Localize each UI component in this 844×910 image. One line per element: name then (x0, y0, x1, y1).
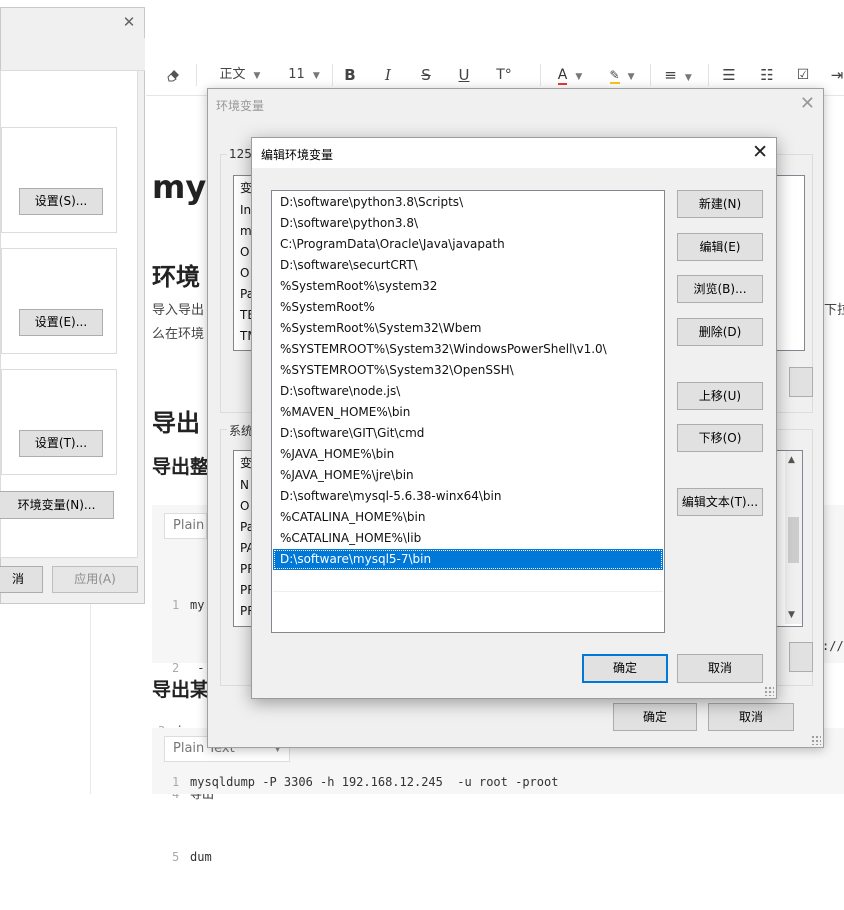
path-item[interactable]: %SystemRoot%\system32 (273, 276, 663, 297)
edit-environment-variable-dialog: 编辑环境变量 ✕ D:\software\python3.8\Scripts\ … (251, 137, 777, 699)
empty-row[interactable] (273, 570, 663, 592)
browse-button[interactable]: 浏览(B)... (677, 275, 763, 303)
delete-button[interactable]: 删除(D) (677, 318, 763, 346)
code-block-1-right: :// (822, 505, 844, 663)
path-item[interactable]: %CATALINA_HOME%\lib (273, 528, 663, 549)
user-profiles-settings-button[interactable]: 设置(E)... (19, 309, 103, 336)
doc-heading-5: 导出某 (152, 679, 210, 701)
align-left-icon: ≡ (664, 66, 677, 84)
path-item[interactable]: %SystemRoot%\System32\Wbem (273, 318, 663, 339)
code-line: dum (190, 850, 212, 864)
empty-row[interactable] (273, 592, 663, 613)
advanced-panel: 设置(S)... 设置(E)... 设置(T)... 环境变量(N)... (0, 70, 138, 558)
edit-button[interactable]: 编辑(E) (677, 233, 763, 261)
startup-settings-button[interactable]: 设置(T)... (19, 430, 103, 457)
doc-paragraph-1-end: 下拉 (824, 303, 844, 318)
startup-recovery-group: 设置(T)... (1, 369, 117, 475)
path-item[interactable]: D:\software\python3.8\Scripts\ (273, 192, 663, 213)
path-item[interactable]: %JAVA_HOME%\bin (273, 444, 663, 465)
move-down-button[interactable]: 下移(O) (677, 424, 763, 452)
code-line-text: mysqldump -P 3306 -h 192.168.12.245 -u r… (190, 775, 559, 789)
path-item[interactable]: %JAVA_HOME%\jre\bin (273, 465, 663, 486)
code-line-fragment: :// (822, 639, 844, 653)
chevron-down-icon: ▼ (253, 71, 261, 81)
apply-button[interactable]: 应用(A) (52, 566, 138, 593)
path-item[interactable]: D:\software\node.js\ (273, 381, 663, 402)
path-item[interactable]: D:\software\securtCRT\ (273, 255, 663, 276)
code-line: my (190, 598, 205, 612)
user-variables-label: 125 (227, 147, 254, 161)
path-item[interactable]: D:\software\python3.8\ (273, 213, 663, 234)
title-bar: 编辑环境变量 ✕ (252, 138, 776, 168)
path-item-selected[interactable]: D:\software\mysql5-7\bin (273, 549, 663, 570)
user-delete-button[interactable] (789, 367, 813, 397)
cancel-button[interactable]: 消 (0, 566, 43, 593)
doc-heading-3: 导出 (152, 409, 200, 437)
path-item[interactable]: %SYSTEMROOT%\System32\WindowsPowerShell\… (273, 339, 663, 360)
paragraph-style-value: 正文 (219, 67, 246, 82)
doc-heading-4: 导出整 (152, 456, 210, 478)
doc-paragraph-1: 导入导出 (152, 303, 205, 318)
close-icon[interactable]: ✕ (752, 141, 768, 163)
font-size-value: 11 (288, 67, 305, 82)
doc-paragraph-2: 么在环境 (152, 327, 205, 342)
line-number: 5 (172, 850, 180, 864)
edit-text-button[interactable]: 编辑文本(T)... (677, 488, 763, 516)
scroll-up-icon[interactable]: ▲ (788, 455, 795, 465)
path-item[interactable]: %MAVEN_HOME%\bin (273, 402, 663, 423)
system-properties-dialog: ✕ 设置(S)... 设置(E)... 设置(T)... 环境变量(N)... … (0, 7, 145, 604)
code-line: 1 mysqldump -P 3306 -h 192.168.12.245 -u … (172, 775, 558, 789)
code-line: - (190, 661, 205, 675)
performance-settings-button[interactable]: 设置(S)... (19, 188, 103, 215)
cancel-button[interactable]: 取消 (677, 654, 763, 683)
system-delete-button[interactable] (789, 642, 813, 672)
resize-grip[interactable] (764, 686, 774, 696)
tab-strip (1, 38, 145, 71)
user-profiles-group: 设置(E)... (1, 248, 117, 354)
doc-heading-2: 环境 (152, 263, 200, 291)
path-item[interactable]: D:\software\mysql-5.6.38-winx64\bin (273, 486, 663, 507)
eraser-icon[interactable] (162, 54, 184, 96)
font-color-icon: A (557, 67, 568, 85)
path-item[interactable]: C:\ProgramData\Oracle\Java\javapath (273, 234, 663, 255)
cancel-button[interactable]: 取消 (708, 703, 794, 731)
performance-group: 设置(S)... (1, 127, 117, 233)
environment-variables-button[interactable]: 环境变量(N)... (0, 491, 114, 519)
highlight-icon: ✎ (609, 68, 620, 84)
ok-button[interactable]: 确定 (582, 654, 668, 683)
scroll-down-icon[interactable]: ▼ (788, 610, 795, 620)
close-icon[interactable]: ✕ (119, 12, 139, 32)
chevron-down-icon: ▼ (312, 71, 320, 81)
line-number: 1 (172, 775, 180, 789)
resize-grip[interactable] (811, 735, 821, 745)
path-item[interactable]: %SystemRoot% (273, 297, 663, 318)
code-block-1: Plain 1my 2 - 3ip- 4导出 5dum (152, 505, 214, 864)
path-item[interactable]: D:\software\GIT\Git\cmd (273, 423, 663, 444)
chevron-down-icon: ▼ (627, 72, 635, 82)
new-button[interactable]: 新建(N) (677, 190, 763, 218)
path-item[interactable]: %CATALINA_HOME%\bin (273, 507, 663, 528)
close-icon[interactable]: ✕ (800, 93, 815, 115)
move-up-button[interactable]: 上移(U) (677, 382, 763, 410)
path-list[interactable]: D:\software\python3.8\Scripts\ D:\softwa… (271, 190, 665, 633)
ok-button[interactable]: 确定 (613, 703, 697, 731)
path-item[interactable]: %SYSTEMROOT%\System32\OpenSSH\ (273, 360, 663, 381)
vertical-scrollbar[interactable]: ▲ ▼ (785, 451, 802, 624)
scrollbar-thumb[interactable] (788, 517, 799, 563)
line-number: 1 (172, 598, 180, 612)
chevron-down-icon: ▼ (684, 73, 692, 83)
code-language-select[interactable]: Plain (164, 513, 207, 539)
indent-icon[interactable]: ⇥ (830, 54, 844, 96)
dialog-title: 环境变量 (216, 99, 265, 113)
dialog-title: 编辑环境变量 (261, 148, 334, 162)
chevron-down-icon: ▼ (575, 72, 583, 82)
